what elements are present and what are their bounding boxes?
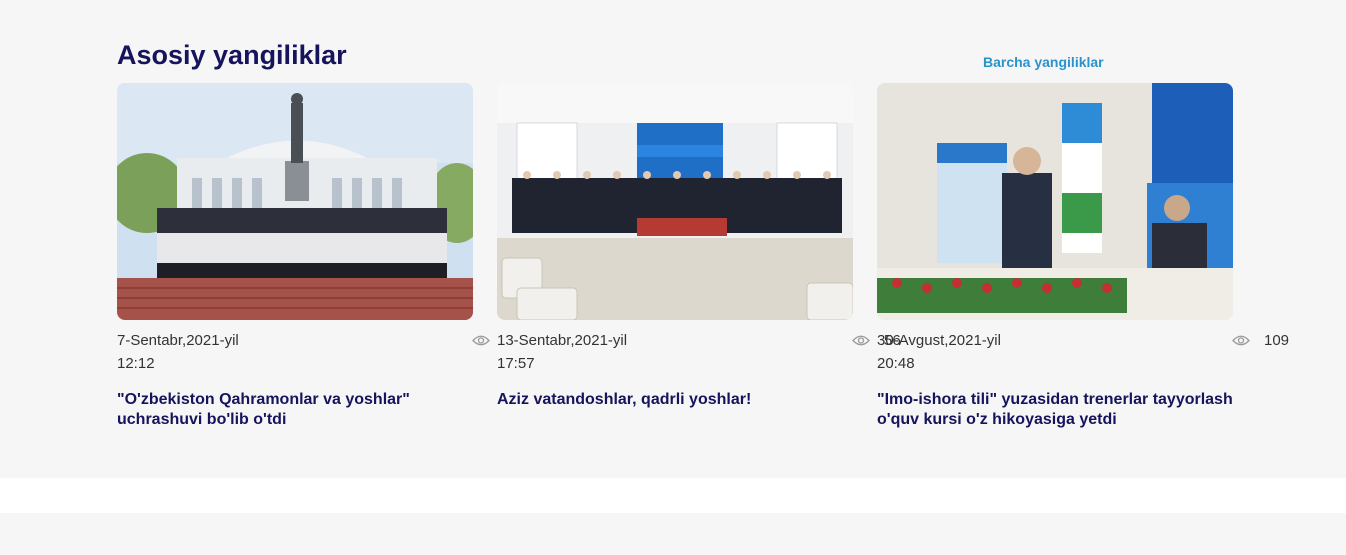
eye-icon — [1232, 335, 1250, 346]
views-count: 109 — [1264, 332, 1290, 349]
news-card: 30-Avgust,2021-yil 20:48 109 "Imo-ishora… — [877, 83, 1289, 428]
eye-icon — [472, 335, 490, 346]
news-time: 17:57 — [497, 355, 535, 372]
news-image[interactable] — [117, 83, 473, 320]
news-image[interactable] — [877, 83, 1233, 320]
news-meta: 7-Sentabr,2021-yil 12:12 — [117, 330, 490, 390]
news-title[interactable]: "O'zbekiston Qahramonlar va yoshlar" uch… — [117, 390, 487, 430]
news-card: 7-Sentabr,2021-yil 12:12 "O'zbekiston Qa… — [117, 83, 490, 428]
news-date: 13-Sentabr,2021-yil — [497, 332, 628, 349]
news-card: 13-Sentabr,2021-yil 17:57 56 Aziz vatand… — [497, 83, 901, 408]
news-date: 7-Sentabr,2021-yil — [117, 332, 239, 349]
news-time: 12:12 — [117, 355, 155, 372]
news-time: 20:48 — [877, 355, 915, 372]
news-meta: 30-Avgust,2021-yil 20:48 109 — [877, 330, 1289, 390]
news-section: Asosiy yangiliklar Barcha yangiliklar 7-… — [0, 0, 1346, 478]
news-date: 30-Avgust,2021-yil — [877, 332, 1001, 349]
all-news-link[interactable]: Barcha yangiliklar — [983, 54, 1104, 70]
news-image[interactable] — [497, 83, 853, 320]
news-title[interactable]: Aziz vatandoshlar, qadrli yoshlar! — [497, 390, 867, 410]
news-title[interactable]: "Imo-ishora tili" yuzasidan trenerlar ta… — [877, 390, 1247, 430]
next-section-background — [0, 513, 1346, 555]
section-title: Asosiy yangiliklar — [117, 40, 347, 70]
eye-icon — [852, 335, 870, 346]
news-meta: 13-Sentabr,2021-yil 17:57 56 — [497, 330, 901, 390]
